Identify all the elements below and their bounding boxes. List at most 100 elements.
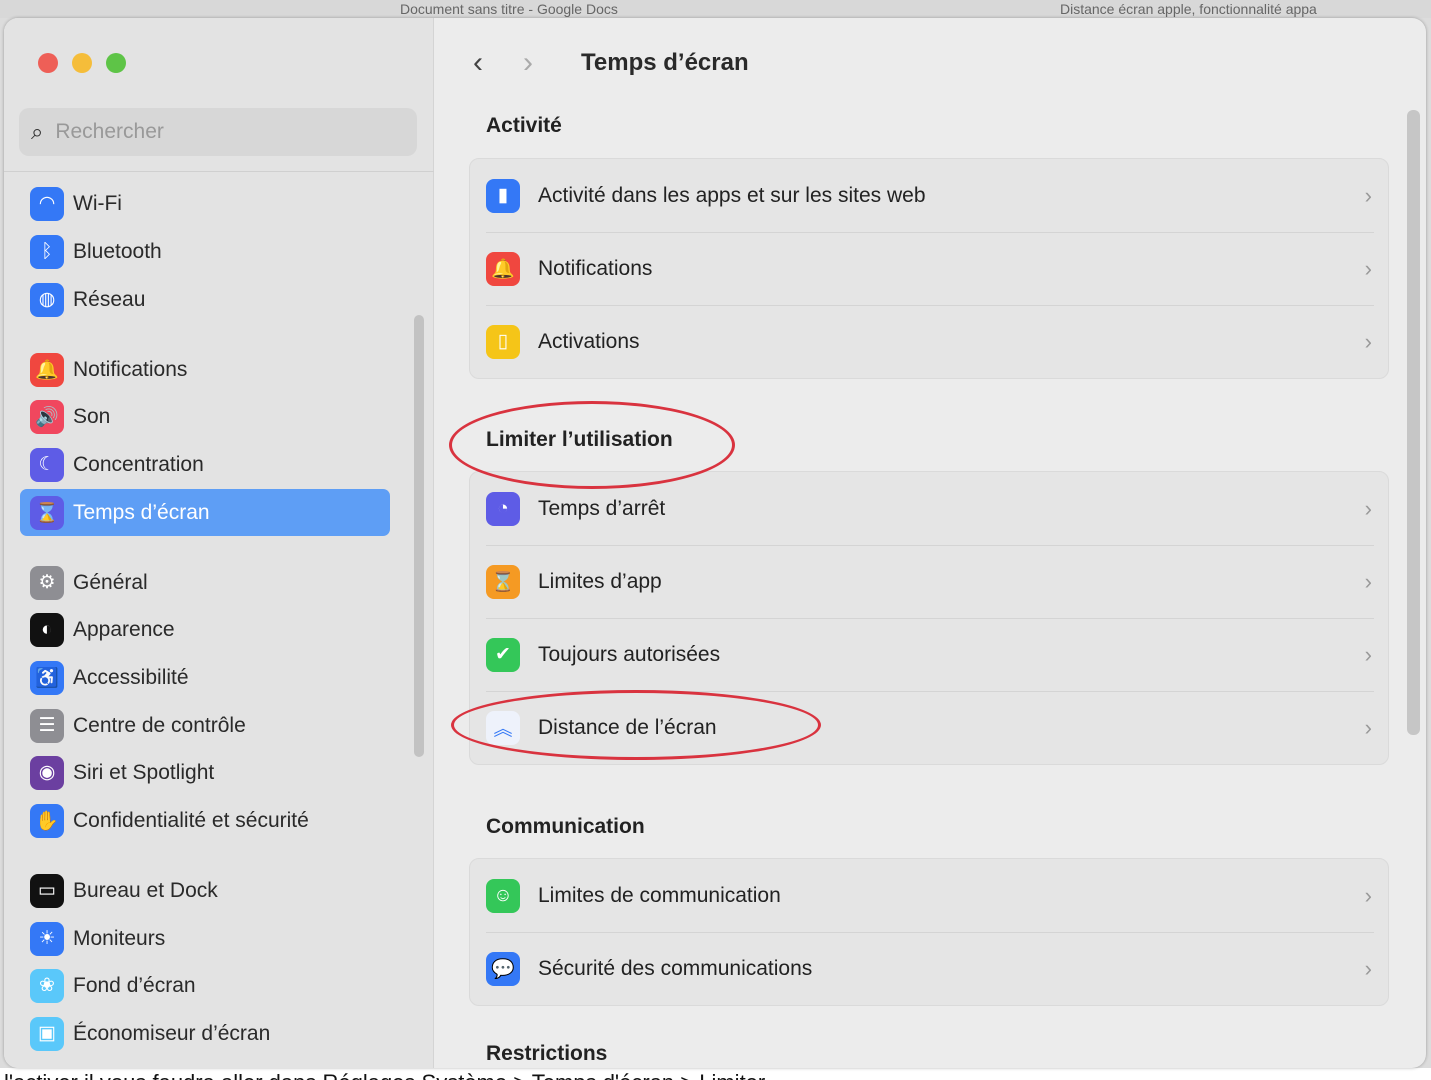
gear-icon: ⚙ [30,565,64,600]
annotation-circle [451,690,821,760]
sidebar-item-label: Accessibilité [73,665,189,689]
search-input[interactable]: ⌕ Rechercher [19,108,417,156]
window-controls [38,53,126,73]
pickup-icon: ▯ [486,324,520,359]
row-label: Limites d’app [538,569,662,593]
bluetooth-icon: ᛒ [30,234,64,269]
chevron-right-icon: › [1364,182,1372,208]
sidebar-item-moniteurs[interactable]: ☀ Moniteurs [20,915,390,962]
sidebar-item-apparence[interactable]: ◐ Apparence [20,606,390,653]
siri-icon: ◉ [30,755,64,790]
sidebar-item-wi-fi[interactable]: ◠ Wi-Fi [20,180,390,227]
bg-tab: Document sans titre - Google Docs [400,1,618,17]
annotation-circle [449,401,735,489]
chart-bars-icon: ▮ [486,178,520,213]
sidebar-item-r-seau[interactable]: ◍ Réseau [20,276,390,323]
sidebar-item-label: Moniteurs [73,926,166,950]
toolbar: ‹ › Temps d’écran [473,46,749,80]
sidebar-item-label: Bureau et Dock [73,878,218,902]
screensaver-icon: ▣ [30,1016,64,1051]
sidebar-item-label: Son [73,404,111,428]
close-button[interactable] [38,53,58,73]
chevron-right-icon: › [1364,495,1372,521]
main-pane: ‹ › Temps d’écran Activité ▮ Activité dans… [435,18,1426,1068]
moon-icon: ☾ [30,447,64,482]
row-label: Sécurité des communications [538,956,813,980]
bell-icon: 🔔 [486,251,520,286]
forward-button[interactable]: › [523,46,533,80]
globe-icon: ◍ [30,282,64,317]
sidebar-item-label: Temps d’écran [73,500,210,524]
bg-tab: Distance écran apple, fonctionnalité app… [1060,1,1317,17]
sidebar-item-label: Réseau [73,287,146,311]
sidebar-item-label: Économiseur d’écran [73,1021,271,1045]
back-button[interactable]: ‹ [473,46,483,80]
sidebar-item-label: Général [73,570,148,594]
sidebar-item-siri-et-spotlight[interactable]: ◉ Siri et Spotlight [20,749,390,796]
background-doc-text: l'activer il vous faudra aller dans Régl… [0,1068,1431,1080]
sidebar-item-label: Fond d’écran [73,973,196,997]
sidebar-item-label: Notifications [73,357,188,381]
section-title: Activité [486,114,562,137]
chevron-right-icon: › [1364,641,1372,667]
row-chart-bars[interactable]: ▮ Activité dans les apps et sur les sites… [470,159,1388,232]
message-shield-icon: 💬 [486,951,520,986]
sidebar-item-label: Wi-Fi [73,191,122,215]
toggles-icon: ☰ [30,708,64,743]
zoom-button[interactable] [106,53,126,73]
row-pickup[interactable]: ▯ Activations › [470,305,1388,378]
sidebar: ⌕ Rechercher ◠ Wi-Fi ᛒ Bluetooth ◍ Réseau 🔔 Not… [4,18,434,1068]
sidebar-item-bluetooth[interactable]: ᛒ Bluetooth [20,228,390,275]
appearance-icon: ◐ [30,612,64,647]
hourglass-icon: ⌛ [30,495,64,530]
row-hourglass[interactable]: ⌛ Limites d’app › [470,545,1388,618]
chevron-right-icon: › [1364,714,1372,740]
sidebar-item-son[interactable]: 🔊 Son [20,393,390,440]
sidebar-item-accessibilit-[interactable]: ♿ Accessibilité [20,654,390,701]
settings-window: ⌕ Rechercher ◠ Wi-Fi ᛒ Bluetooth ◍ Réseau 🔔 Not… [4,18,1426,1068]
bell-icon: 🔔 [30,352,64,387]
dock-icon: ▭ [30,873,64,908]
settings-group: ☺ Limites de communication › 💬 Sécurité des … [469,858,1389,1006]
sidebar-item-temps-d-cran[interactable]: ⌛ Temps d’écran [20,489,390,536]
row-label: Notifications [538,256,653,280]
main-scrollbar[interactable] [1407,110,1420,735]
settings-group: ▮ Activité dans les apps et sur les sites… [469,158,1389,379]
chevron-right-icon: › [1364,255,1372,281]
sidebar-scrollbar[interactable] [414,315,424,757]
sidebar-item-centre-de-contr-le[interactable]: ☰ Centre de contrôle [20,702,390,749]
hourglass-icon: ⌛ [486,564,520,599]
sidebar-item-label: Centre de contrôle [73,713,246,737]
sidebar-item-concentration[interactable]: ☾ Concentration [20,441,390,488]
section-title: Communication [486,815,645,838]
sidebar-item-label: Concentration [73,452,204,476]
sidebar-item-confidentialit-et-s-curit-[interactable]: ✋ Confidentialité et sécurité [20,797,390,844]
chevron-right-icon: › [1364,568,1372,594]
sidebar-item-label: Siri et Spotlight [73,760,215,784]
row-label: Activations [538,329,640,353]
sidebar-item-label: Confidentialité et sécurité [73,808,309,832]
row-label: Temps d’arrêt [538,496,666,520]
page-title: Temps d’écran [581,49,749,76]
sidebar-item-notifications[interactable]: 🔔 Notifications [20,346,390,393]
hand-icon: ✋ [30,803,64,838]
sidebar-item-label: Apparence [73,617,175,641]
sidebar-item--conomiseur-d-cran[interactable]: ▣ Économiseur d’écran [20,1010,390,1057]
person-circle-icon: ☺ [486,878,520,913]
sidebar-item-fond-d-cran[interactable]: ❀ Fond d’écran [20,962,390,1009]
sidebar-item-bureau-et-dock[interactable]: ▭ Bureau et Dock [20,867,390,914]
chevron-right-icon: › [1364,955,1372,981]
sidebar-item-g-n-ral[interactable]: ⚙ Général [20,559,390,606]
flower-icon: ❀ [30,968,64,1003]
wifi-icon: ◠ [30,186,64,221]
downtime-icon: ◔ [486,491,520,526]
divider [4,171,434,172]
row-checkmark[interactable]: ✔ Toujours autorisées › [470,618,1388,691]
minimize-button[interactable] [72,53,92,73]
row-message-shield[interactable]: 💬 Sécurité des communications › [470,932,1388,1005]
row-person-circle[interactable]: ☺ Limites de communication › [470,859,1388,932]
row-bell[interactable]: 🔔 Notifications › [470,232,1388,305]
chevron-right-icon: › [1364,882,1372,908]
speaker-icon: 🔊 [30,399,64,434]
chevron-right-icon: › [1364,328,1372,354]
